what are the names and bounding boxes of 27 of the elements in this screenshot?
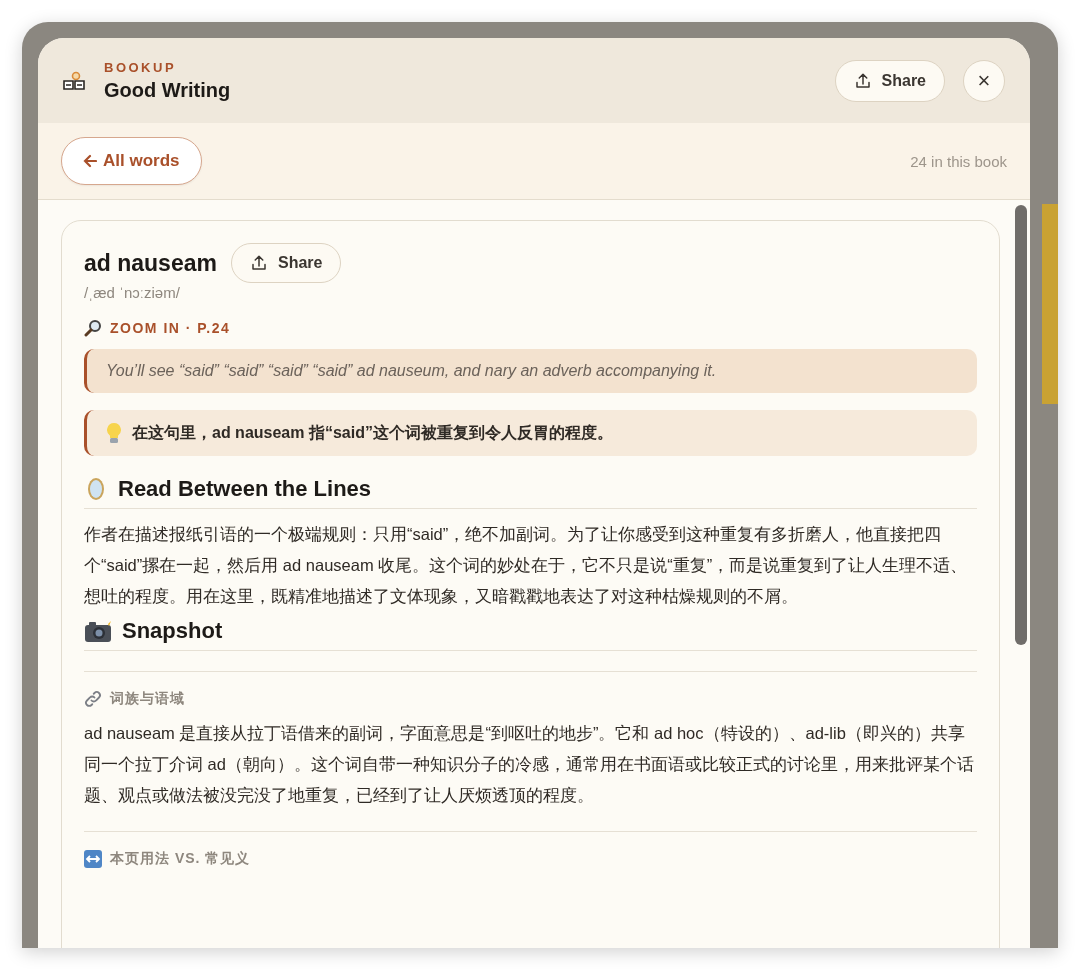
word-heading: ad nauseam <box>84 249 217 277</box>
left-arrow-icon <box>83 154 97 168</box>
source-label: ZOOM IN · P.24 <box>110 320 231 336</box>
section-paragraph: 作者在描述报纸引语的一个极端规则：只用“said”，绝不加副词。为了让你感受到这种重复有多折磨人，他直接把四个“said”摞在一起，然后用 ad nauseam 收尾。这个词的妙处在于，它不只是说“重复”，而是说重复到了让人生理不适、想吐的程度。用在这里，既精准地描述了文体现象，又暗戳戳地表达了对这种枯燥规则的不屑。 <box>84 524 969 607</box>
book-title: Good Writing <box>104 78 232 102</box>
magnifier-icon <box>84 319 102 337</box>
note-text: 在这句里，ad nauseam 指“said”这个词被重复到令人反胃的程度。 <box>132 422 613 443</box>
camera-icon <box>84 619 112 643</box>
all-words-button[interactable]: All words <box>61 137 202 185</box>
link-icon <box>84 690 102 708</box>
book-quote: You’ll see “said” “said” “said” “said” ad nauseum, and nary an adverb accompanying it. <box>84 349 977 393</box>
book-reader-icon <box>62 70 86 91</box>
pronunciation: /ˌæd ˈnɔːziəm/ <box>84 284 181 301</box>
subsection-paragraph: ad nauseam 是直接从拉丁语借来的副词，字面意思是“到呕吐的地步”。它和 ad hoc（特设的）、ad-lib（即兴的）共享同一个拉丁介词 ad（朝向）。这个词自带一种知识分子的冷感，通常用在书面语或比较正式的讨论里，用来批评某个话题、观点或做法被没完没了地重复，已经到了让人厌烦透顶的程度。 <box>84 723 975 806</box>
brand-label: BOOKUP <box>104 59 178 75</box>
word-count: 24 in this book <box>910 152 1007 170</box>
subsection-heading: 本页用法 VS. 常见义 <box>110 850 251 868</box>
share-icon <box>853 71 872 90</box>
scrollbar-thumb[interactable] <box>1015 205 1027 645</box>
share-button[interactable]: Share <box>834 59 945 102</box>
share-icon <box>249 254 268 272</box>
subsection-heading: 词族与语域 <box>110 690 185 708</box>
section-heading: Snapshot <box>122 618 223 644</box>
section-heading: Read Between the Lines <box>118 476 372 502</box>
close-button[interactable]: × <box>963 59 1005 102</box>
light-bulb-icon <box>106 422 122 444</box>
word-share-button[interactable]: Share <box>230 243 342 283</box>
